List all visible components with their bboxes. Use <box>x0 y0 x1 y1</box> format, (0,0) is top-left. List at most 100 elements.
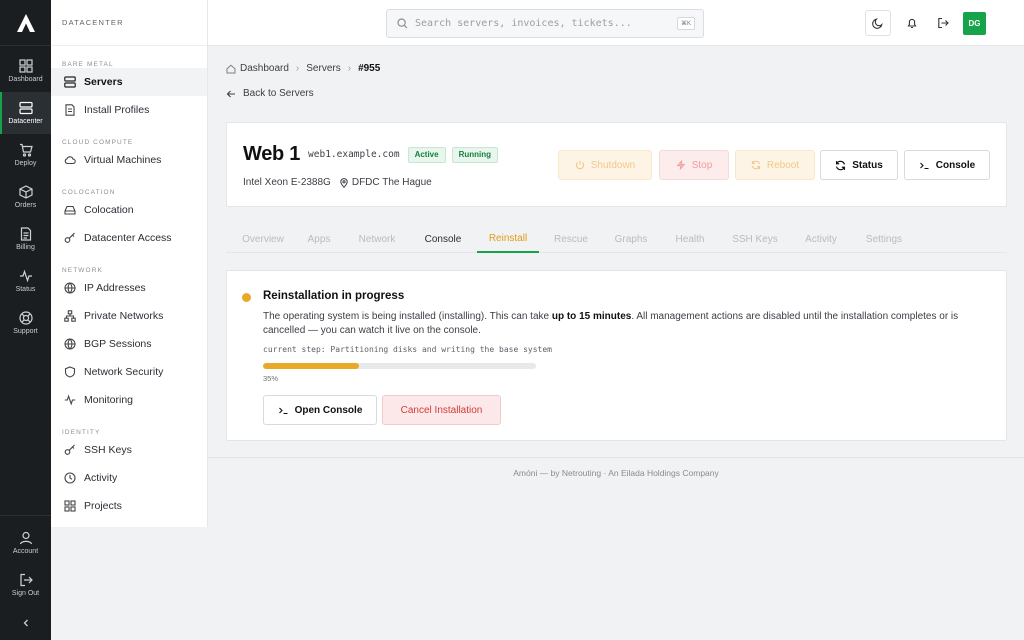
sidebar-item-label: Private Networks <box>84 310 164 322</box>
sidebar-item-virtual-machines[interactable]: Virtual Machines <box>51 146 207 174</box>
rail-item-deploy[interactable]: Deploy <box>0 134 51 176</box>
user-icon <box>19 531 32 545</box>
avatar[interactable]: DG <box>963 12 986 35</box>
tab-apps[interactable]: Apps <box>301 225 337 253</box>
key-icon <box>64 444 75 455</box>
search-input[interactable] <box>415 18 677 29</box>
shutdown-button[interactable]: Shutdown <box>558 150 652 180</box>
sidebar-item-projects[interactable]: Projects <box>51 492 207 520</box>
grid-icon <box>64 500 76 512</box>
open-console-label: Open Console <box>294 404 363 416</box>
breadcrumb-dashboard-link[interactable]: Dashboard <box>240 63 289 74</box>
server-icon <box>64 76 76 88</box>
rail-item-account[interactable]: Account <box>0 522 51 564</box>
breadcrumb-current: #955 <box>358 63 381 74</box>
breadcrumb-separator: › <box>295 63 300 74</box>
search-icon <box>397 18 408 29</box>
lightning-icon <box>676 160 686 170</box>
sidebar-item-colocation[interactable]: Colocation <box>51 196 207 224</box>
server-header-card: Web 1 web1.example.com Active Running In… <box>226 122 1007 207</box>
cancel-installation-button[interactable]: Cancel Installation <box>382 395 501 425</box>
console-button[interactable]: Console <box>904 150 990 180</box>
refresh-icon <box>751 160 761 170</box>
breadcrumb-servers-link[interactable]: Servers <box>306 63 340 74</box>
tab-network[interactable]: Network <box>350 225 404 253</box>
bell-icon <box>907 18 917 29</box>
tab-rescue[interactable]: Rescue <box>547 225 595 253</box>
icon-rail: Dashboard Datacenter Deploy Orders Billi… <box>0 0 51 640</box>
shield-icon <box>64 366 76 378</box>
moon-icon <box>872 18 883 29</box>
tab-graphs[interactable]: Graphs <box>607 225 655 253</box>
rail-label: Sign Out <box>11 590 40 597</box>
rail-label: Datacenter <box>8 118 43 125</box>
sidebar-item-label: BGP Sessions <box>84 338 152 350</box>
sidebar-item-label: Virtual Machines <box>84 154 162 166</box>
notifications-button[interactable] <box>901 12 923 34</box>
rail-item-orders[interactable]: Orders <box>0 176 51 218</box>
sidebar-item-network-security[interactable]: Network Security <box>51 358 207 386</box>
brand-logo[interactable] <box>0 0 51 46</box>
rail-label: Orders <box>14 202 37 209</box>
sidebar-item-ssh-keys[interactable]: SSH Keys <box>51 436 207 464</box>
rail-item-billing[interactable]: Billing <box>0 218 51 260</box>
search-box[interactable]: ⌘K <box>386 9 704 38</box>
tab-reinstall[interactable]: Reinstall <box>477 225 539 253</box>
sidebar-item-install-profiles[interactable]: Install Profiles <box>51 96 207 124</box>
status-badge-running: Running <box>451 146 499 163</box>
tab-console[interactable]: Console <box>416 225 470 253</box>
sidebar-title: DATACENTER <box>51 0 207 46</box>
sidebar-item-label: Colocation <box>84 204 134 216</box>
shutdown-label: Shutdown <box>590 159 636 171</box>
cloud-icon <box>64 156 76 165</box>
sidebar-item-ip-addresses[interactable]: IP Addresses <box>51 274 207 302</box>
tab-overview[interactable]: Overview <box>232 225 294 253</box>
rail-label: Dashboard <box>8 76 43 83</box>
server-name: Web 1 <box>243 143 301 165</box>
progress-current-step: current step: Partitioning disks and wri… <box>263 345 552 354</box>
status-button[interactable]: Status <box>820 150 898 180</box>
sidebar-item-monitoring[interactable]: Monitoring <box>51 386 207 414</box>
rail-item-dashboard[interactable]: Dashboard <box>0 50 51 92</box>
open-console-button[interactable]: Open Console <box>263 395 377 425</box>
sidebar-section-label: NETWORK <box>62 267 103 274</box>
tab-settings[interactable]: Settings <box>859 225 909 253</box>
tab-activity[interactable]: Activity <box>795 225 847 253</box>
sidebar-item-label: Monitoring <box>84 394 134 406</box>
progress-bar <box>263 363 536 369</box>
theme-toggle-button[interactable] <box>865 10 891 36</box>
stop-button[interactable]: Stop <box>659 150 729 180</box>
rail-item-support[interactable]: Support <box>0 302 51 344</box>
sidebar-item-datacenter-access[interactable]: Datacenter Access <box>51 224 207 252</box>
server-location: DFDC The Hague <box>351 177 432 188</box>
rail-item-status[interactable]: Status <box>0 260 51 302</box>
back-to-servers-link[interactable]: Back to Servers <box>226 88 314 99</box>
sign-out-button[interactable] <box>932 12 954 34</box>
sidebar-item-activity[interactable]: Activity <box>51 464 207 492</box>
globe-icon <box>64 338 76 350</box>
rail-label: Support <box>13 328 38 335</box>
collapse-rail-button[interactable] <box>0 606 51 640</box>
tab-health[interactable]: Health <box>667 225 713 253</box>
console-label: Console <box>935 159 976 171</box>
progress-percent: 35% <box>263 374 279 383</box>
sidebar: DATACENTER BARE METAL Servers Install Pr… <box>51 0 208 527</box>
rail-item-datacenter[interactable]: Datacenter <box>0 92 51 134</box>
sidebar-item-private-networks[interactable]: Private Networks <box>51 302 207 330</box>
footer-divider <box>208 457 1024 458</box>
rail-label: Status <box>15 286 36 293</box>
sidebar-item-servers[interactable]: Servers <box>51 68 207 96</box>
globe-icon <box>64 282 76 294</box>
network-icon <box>64 310 76 322</box>
sidebar-section-label: BARE METAL <box>62 61 114 68</box>
refresh-icon <box>836 160 846 170</box>
tab-ssh-keys[interactable]: SSH Keys <box>725 225 785 253</box>
sidebar-item-bgp-sessions[interactable]: BGP Sessions <box>51 330 207 358</box>
breadcrumb-separator: › <box>347 63 352 74</box>
pulse-icon <box>19 269 32 283</box>
rail-item-sign-out[interactable]: Sign Out <box>0 564 51 606</box>
sign-out-icon <box>19 573 33 587</box>
lifebuoy-icon <box>18 311 33 325</box>
reboot-button[interactable]: Reboot <box>735 150 815 180</box>
document-icon <box>20 227 31 241</box>
